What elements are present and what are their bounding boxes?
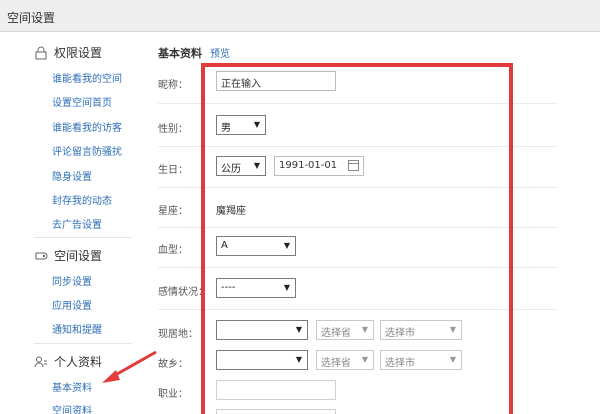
row-divider (158, 146, 558, 147)
divider (34, 237, 132, 238)
blood-type-value: A (221, 240, 228, 251)
sidebar-section-space[interactable]: 空间设置 (34, 247, 102, 264)
blood-type-label: 血型： (158, 245, 188, 256)
chevron-down-icon: ▼ (253, 161, 260, 170)
page-title: 空间设置 (7, 11, 56, 25)
top-bar: 空间设置 (0, 0, 600, 32)
row-divider (158, 227, 558, 228)
blood-type-select[interactable]: A ▼ (216, 236, 296, 256)
province-placeholder: 选择省 (321, 328, 351, 339)
nickname-label: 昵称： (158, 80, 188, 91)
hometown-city-select[interactable]: 选择市 ▼ (380, 350, 462, 370)
chevron-down-icon: ▼ (295, 325, 302, 334)
annotation-arrow-icon (102, 350, 157, 383)
relationship-label: 感情状况： (158, 287, 208, 298)
chevron-down-icon: ▼ (295, 355, 302, 364)
chevron-down-icon: ▼ (283, 283, 290, 292)
residence-province-select[interactable]: 选择省 ▼ (316, 320, 374, 340)
sidebar-item-notifications[interactable]: 通知和提醒 (52, 321, 102, 336)
relationship-value: ---- (221, 282, 236, 293)
sidebar-item-space-info[interactable]: 空间资料 (52, 402, 92, 414)
calendar-icon[interactable] (348, 160, 359, 171)
gender-select[interactable]: 男 ▼ (216, 115, 266, 135)
city-placeholder: 选择市 (385, 328, 415, 339)
province-placeholder: 选择省 (321, 358, 351, 369)
residence-country-select[interactable]: ▼ (216, 320, 308, 340)
sidebar-item-visitors[interactable]: 谁能看我的访客 (52, 119, 122, 134)
row-divider (158, 267, 558, 268)
chevron-down-icon: ▼ (253, 120, 260, 129)
zodiac-label: 星座： (158, 206, 188, 217)
birthday-label: 生日： (158, 165, 188, 176)
sidebar-item-ads[interactable]: 去广告设置 (52, 216, 102, 231)
sidebar-item-apps[interactable]: 应用设置 (52, 297, 92, 312)
divider (34, 343, 132, 344)
hometown-country-select[interactable]: ▼ (216, 350, 308, 370)
sidebar-item-basic-info[interactable]: 基本资料 (52, 379, 92, 394)
sidebar-section-permissions[interactable]: 权限设置 (34, 44, 102, 61)
row-divider (158, 309, 558, 310)
relationship-select[interactable]: ---- ▼ (216, 278, 296, 298)
sidebar-item-invisible[interactable]: 隐身设置 (52, 168, 92, 183)
lock-icon (35, 46, 47, 59)
gender-label: 性别： (158, 124, 188, 135)
sidebar-item-homepage[interactable]: 设置空间首页 (52, 94, 112, 109)
hometown-province-select[interactable]: 选择省 ▼ (316, 350, 374, 370)
gender-value: 男 (221, 123, 231, 134)
birthday-value: 1991-01-01 (279, 160, 338, 171)
extra-input[interactable] (216, 409, 336, 414)
chevron-down-icon: ▼ (449, 325, 456, 334)
sidebar-item-anti-harass[interactable]: 评论留言防骚扰 (52, 143, 122, 158)
tab-basic-info[interactable]: 基本资料 (158, 47, 202, 60)
residence-city-select[interactable]: 选择市 ▼ (380, 320, 462, 340)
sidebar-item-who-can-view[interactable]: 谁能看我的空间 (52, 70, 122, 85)
sidebar-section-profile[interactable]: 个人资料 (34, 353, 102, 370)
residence-label: 现居地： (158, 329, 198, 340)
chevron-down-icon: ▼ (361, 355, 368, 364)
row-divider (158, 187, 558, 188)
space-settings-icon (35, 252, 48, 259)
chevron-down-icon: ▼ (361, 325, 368, 334)
hometown-label: 故乡： (158, 359, 188, 370)
sidebar-item-sync[interactable]: 同步设置 (52, 273, 92, 288)
nickname-input[interactable]: 正在输入 (216, 71, 336, 91)
zodiac-value: 魔羯座 (216, 206, 246, 217)
chevron-down-icon: ▼ (283, 241, 290, 250)
sidebar-section-label: 空间设置 (54, 249, 103, 263)
user-profile-icon (34, 356, 47, 367)
birthday-input[interactable]: 1991-01-01 (274, 156, 364, 176)
row-divider (158, 103, 558, 104)
sidebar-item-archive[interactable]: 封存我的动态 (52, 192, 112, 207)
job-label: 职业： (158, 389, 188, 400)
tab-preview[interactable]: 预览 (210, 49, 230, 60)
tabs: 基本资料 预览 (158, 45, 230, 61)
chevron-down-icon: ▼ (449, 355, 456, 364)
sidebar-section-label: 权限设置 (54, 46, 103, 60)
job-input[interactable] (216, 380, 336, 400)
sidebar-section-label: 个人资料 (54, 355, 103, 369)
calendar-type-select[interactable]: 公历 ▼ (216, 156, 266, 176)
main-content: 基本资料 预览 昵称： 正在输入 性别： 男 ▼ 生日： 公历 ▼ 1991-01-0… (142, 33, 600, 414)
calendar-type-value: 公历 (221, 164, 241, 175)
city-placeholder: 选择市 (385, 358, 415, 369)
